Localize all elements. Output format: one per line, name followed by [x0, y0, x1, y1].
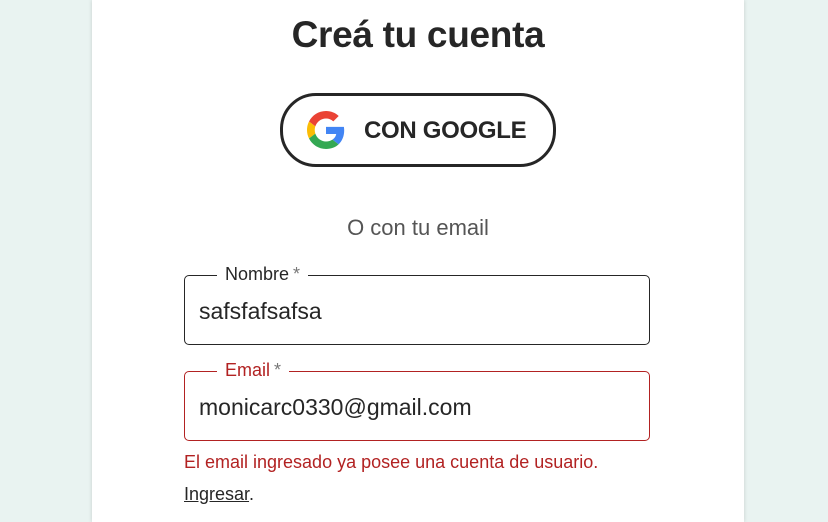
email-divider-text: O con tu email	[347, 215, 489, 240]
login-prompt: Ingresar.	[184, 484, 254, 505]
required-mark: *	[274, 360, 282, 380]
name-input[interactable]	[199, 296, 629, 326]
login-link[interactable]: Ingresar	[184, 484, 249, 504]
required-mark: *	[293, 264, 301, 284]
google-signup-button[interactable]: CON GOOGLE	[280, 93, 556, 167]
email-input[interactable]	[199, 392, 629, 422]
email-error-message: El email ingresado ya posee una cuenta d…	[184, 452, 599, 472]
name-field: Nombre *	[184, 262, 650, 345]
email-field-label: Email *	[217, 358, 290, 382]
google-button-label: CON GOOGLE	[364, 117, 527, 144]
name-field-label: Nombre *	[217, 262, 309, 286]
signup-card: Creá tu cuenta CON GOOGLE O con tu email…	[92, 0, 744, 522]
login-suffix: .	[249, 484, 255, 504]
page-title: Creá tu cuenta	[291, 14, 545, 55]
email-field: Email *	[184, 358, 650, 441]
google-g-icon	[307, 111, 345, 149]
